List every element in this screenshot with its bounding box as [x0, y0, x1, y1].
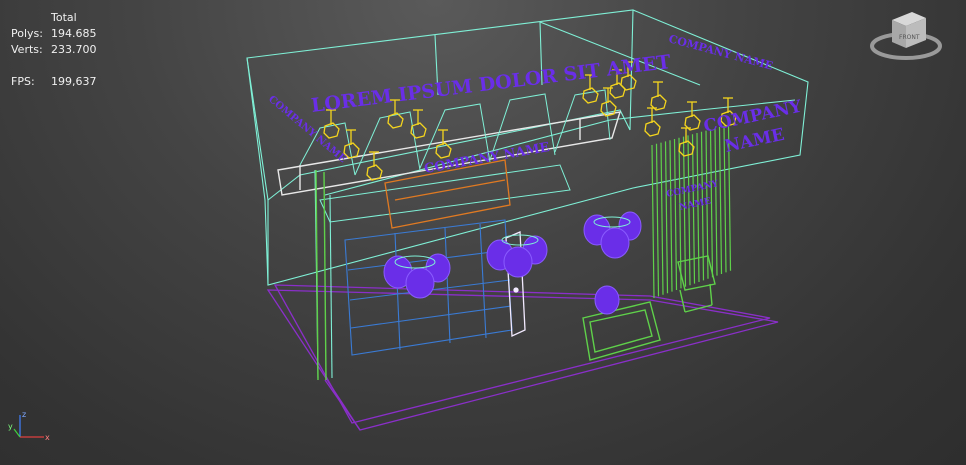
- y-axis-label: y: [8, 422, 13, 431]
- y-axis-line: [13, 428, 21, 438]
- furniture-set-2: [486, 234, 548, 278]
- wall-slat: [664, 141, 669, 294]
- z-axis-label: z: [22, 410, 26, 419]
- pendant-lamp: [410, 109, 427, 139]
- viewcube-widget[interactable]: FRONT: [868, 6, 946, 66]
- wall-slat: [669, 140, 673, 292]
- side-sign-top-text: COMPANY NAME: [667, 32, 774, 72]
- pendant-lamp: [343, 129, 360, 159]
- booth-outer-wireframe: [246, 9, 809, 379]
- floor-wireframe: [266, 284, 779, 431]
- wall-slat: [718, 126, 723, 275]
- pendant-lamp: [366, 151, 383, 181]
- axis-gizmo: z x y: [8, 410, 50, 442]
- pendant-lamp: [435, 129, 452, 159]
- 3d-viewport[interactable]: Total Polys: 194.685 Verts: 233.700 FPS:…: [0, 0, 966, 465]
- slatted-green-wall: [651, 124, 732, 299]
- pendant-lamp: [644, 107, 661, 137]
- viewcube-face-label: FRONT: [899, 34, 920, 41]
- x-axis-label: x: [45, 433, 50, 442]
- wall-slat: [714, 128, 718, 276]
- pendant-lamp: [678, 127, 695, 157]
- wireframe-scene[interactable]: LOREM IPSUM DOLOR SIT AMET COMPANY NAME …: [0, 0, 966, 465]
- wall-slat: [660, 142, 664, 295]
- wall-slat: [655, 143, 660, 297]
- pendant-lamp: [684, 101, 701, 131]
- pendant-lamp: [650, 81, 667, 111]
- wall-slat: [673, 138, 678, 291]
- furniture-set-1: [383, 253, 451, 299]
- wall-slat: [651, 144, 655, 299]
